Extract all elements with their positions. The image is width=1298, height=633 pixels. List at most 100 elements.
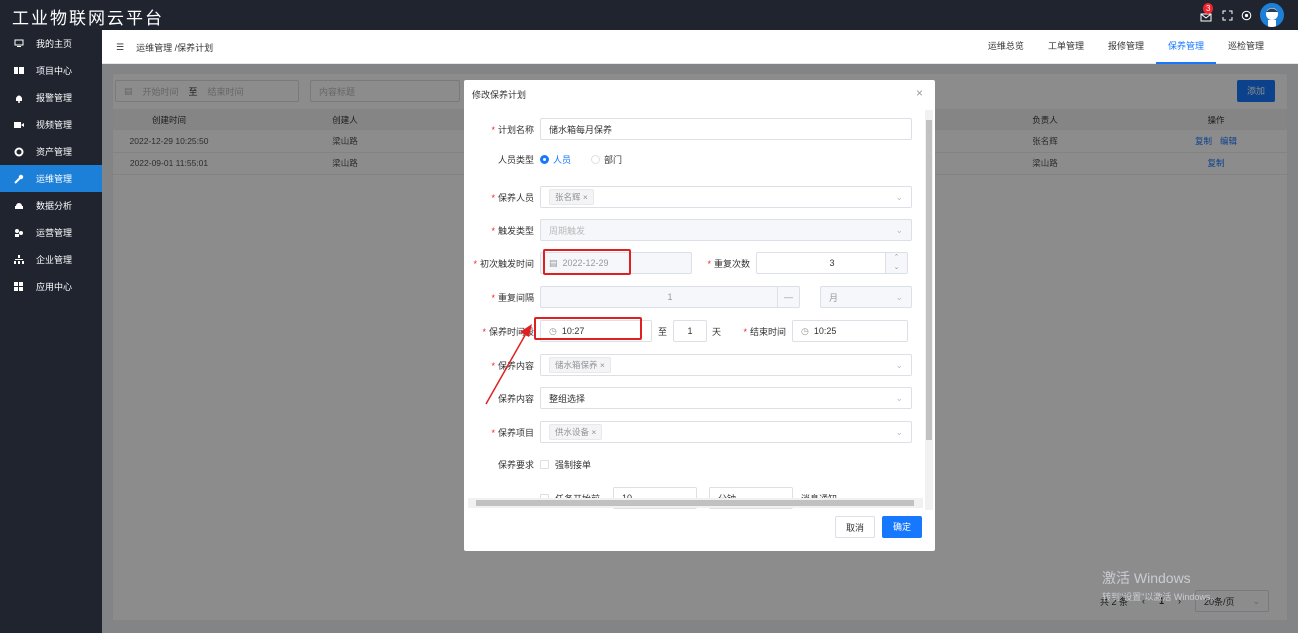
item-tag: 供水设备 × xyxy=(549,424,603,440)
sidebar-item-label: 视频管理 xyxy=(36,120,73,130)
content-group-select[interactable]: 整组选择 ⌄ xyxy=(540,387,912,409)
sidebar-item-enterprise[interactable]: 企业管理 xyxy=(0,246,102,273)
sidebar-item-label: 报警管理 xyxy=(36,93,73,103)
vertical-scrollbar[interactable] xyxy=(925,110,933,510)
period-days-input[interactable]: 1 xyxy=(673,320,708,342)
watermark-line1: 激活 Windows xyxy=(1102,570,1191,586)
horizontal-scrollbar[interactable] xyxy=(468,498,923,508)
avatar-icon xyxy=(1260,3,1284,27)
chevron-down-icon: ⌄ xyxy=(895,427,903,437)
top-bar-actions: 3 xyxy=(1200,3,1284,27)
annotation-arrow-icon xyxy=(485,324,532,405)
sidebar-item-apps[interactable]: 应用中心 xyxy=(0,273,102,300)
windows-watermark: 激活 Windows 转到"设置"以激活 Windows。 xyxy=(1102,568,1219,603)
tag-close-icon[interactable]: × xyxy=(591,427,596,437)
sidebar-item-label: 项目中心 xyxy=(36,66,73,76)
end-time-picker[interactable]: ◷ 10:25 xyxy=(792,320,909,342)
globe-icon[interactable] xyxy=(1241,10,1252,21)
scroll-thumb[interactable] xyxy=(476,500,914,506)
content-tag-text: 储水箱保养 xyxy=(555,360,598,370)
sidebar-item-video[interactable]: 视频管理 xyxy=(0,111,102,138)
content-group-value: 整组选择 xyxy=(549,393,586,404)
repeat-unit-select: 月 ⌄ xyxy=(820,286,912,308)
end-time-value: 10:25 xyxy=(813,326,837,336)
top-bar: 工业物联网云平台 3 xyxy=(0,0,1298,30)
maint-person-row: 保养人员 张名辉 × ⌄ xyxy=(470,186,912,208)
highlight-box-first-trigger xyxy=(543,249,631,275)
radio-department[interactable]: 部门 xyxy=(591,153,622,166)
fullscreen-icon[interactable] xyxy=(1222,10,1233,21)
maint-person-label: 保养人员 xyxy=(470,191,540,204)
person-tag-text: 张名辉 xyxy=(555,192,581,202)
sidebar-item-home[interactable]: 我的主页 xyxy=(0,30,102,57)
trigger-type-value: 周期触发 xyxy=(549,225,586,236)
radio-department-label: 部门 xyxy=(604,155,623,165)
sidebar-item-label: 运维管理 xyxy=(36,174,73,184)
sidebar-item-operations[interactable]: 运营管理 xyxy=(0,219,102,246)
sidebar-item-label: 运营管理 xyxy=(36,228,73,238)
chevron-down-icon: ⌄ xyxy=(895,225,903,235)
person-tag: 张名辉 × xyxy=(549,189,594,205)
tag-close-icon[interactable]: × xyxy=(600,360,605,370)
sidebar-item-label: 数据分析 xyxy=(36,201,73,211)
sidebar-item-label: 资产管理 xyxy=(36,147,73,157)
items-select[interactable]: 供水设备 × ⌄ xyxy=(540,421,912,443)
sidebar-item-projects[interactable]: 项目中心 xyxy=(0,57,102,84)
plan-name-input[interactable]: 储水箱每月保养 xyxy=(540,118,912,140)
sidebar-item-ops[interactable]: 运维管理 xyxy=(0,165,102,192)
radio-person[interactable]: 人员 xyxy=(540,153,571,166)
item-tag-text: 供水设备 xyxy=(555,427,590,437)
org-icon xyxy=(14,255,24,265)
force-accept-checkbox[interactable] xyxy=(540,460,549,469)
period-to-label: 至 xyxy=(658,326,668,337)
items-label: 保养项目 xyxy=(470,426,540,439)
dialog-body: 计划名称 储水箱每月保养 人员类型 人员 部门 保养人员 张名辉 × ⌄ 触发类… xyxy=(464,110,935,510)
tab-inspection[interactable]: 巡检管理 xyxy=(1216,30,1276,64)
stepper-arrows-icon[interactable]: ⌃ ⌄ xyxy=(885,253,907,273)
chevron-down-icon: ⌄ xyxy=(895,360,903,370)
edit-plan-dialog: 修改保养计划 × 计划名称 储水箱每月保养 人员类型 人员 部门 保养人员 张名… xyxy=(464,80,935,551)
force-accept-label: 强制接单 xyxy=(555,460,592,470)
user-avatar[interactable] xyxy=(1260,3,1284,27)
repeat-interval-label: 重复间隔 xyxy=(470,291,540,304)
repeat-interval-value: 1 xyxy=(667,292,673,302)
video-icon xyxy=(14,120,24,130)
first-trigger-row: 初次触发时间 ▤ 2022-12-29 重复次数 3 ⌃⌄ xyxy=(470,252,908,274)
recycle-icon xyxy=(14,147,24,157)
end-time-label: 结束时间 xyxy=(740,325,792,338)
radio-unchecked-icon xyxy=(591,155,601,164)
tab-maintenance[interactable]: 保养管理 xyxy=(1155,30,1216,64)
plan-name-value: 储水箱每月保养 xyxy=(549,124,613,135)
tab-ops-overview[interactable]: 运维总览 xyxy=(976,30,1036,64)
chevron-down-icon: ⌄ xyxy=(895,292,903,302)
menu-toggle-icon[interactable]: ☰ xyxy=(116,42,124,53)
app-title: 工业物联网云平台 xyxy=(12,9,164,29)
items-row: 保养项目 供水设备 × ⌄ xyxy=(470,421,912,443)
radio-person-label: 人员 xyxy=(553,155,572,165)
repeat-unit-value: 月 xyxy=(829,292,839,303)
period-day-unit: 天 xyxy=(712,326,722,337)
cancel-button[interactable]: 取消 xyxy=(835,516,875,538)
requirements-label: 保养要求 xyxy=(497,460,534,470)
tag-close-icon[interactable]: × xyxy=(583,192,588,202)
confirm-button[interactable]: 确定 xyxy=(882,516,922,538)
content-tag: 储水箱保养 × xyxy=(549,357,611,373)
close-icon[interactable]: × xyxy=(916,86,923,100)
repeat-count-input[interactable]: 3 ⌃ ⌄ xyxy=(756,252,908,274)
sidebar-item-assets[interactable]: 资产管理 xyxy=(0,138,102,165)
apps-icon xyxy=(14,282,24,292)
notification-button[interactable]: 3 xyxy=(1200,3,1214,22)
sidebar-item-alarms[interactable]: 报警管理 xyxy=(0,84,102,111)
scroll-thumb[interactable] xyxy=(926,120,932,440)
stepper-icon: — xyxy=(777,287,799,307)
tab-repairs[interactable]: 报修管理 xyxy=(1096,30,1156,64)
person-type-row: 人员类型 人员 部门 xyxy=(470,153,642,166)
requirements-row: 保养要求 强制接单 xyxy=(470,458,591,471)
maint-person-select[interactable]: 张名辉 × ⌄ xyxy=(540,186,912,208)
tab-work-orders[interactable]: 工单管理 xyxy=(1036,30,1096,64)
sidebar-item-analytics[interactable]: 数据分析 xyxy=(0,192,102,219)
grid-icon xyxy=(14,66,24,76)
content-select[interactable]: 储水箱保养 × ⌄ xyxy=(540,354,912,376)
person-type-label: 人员类型 xyxy=(497,155,534,165)
trigger-type-select: 周期触发 ⌄ xyxy=(540,219,912,241)
